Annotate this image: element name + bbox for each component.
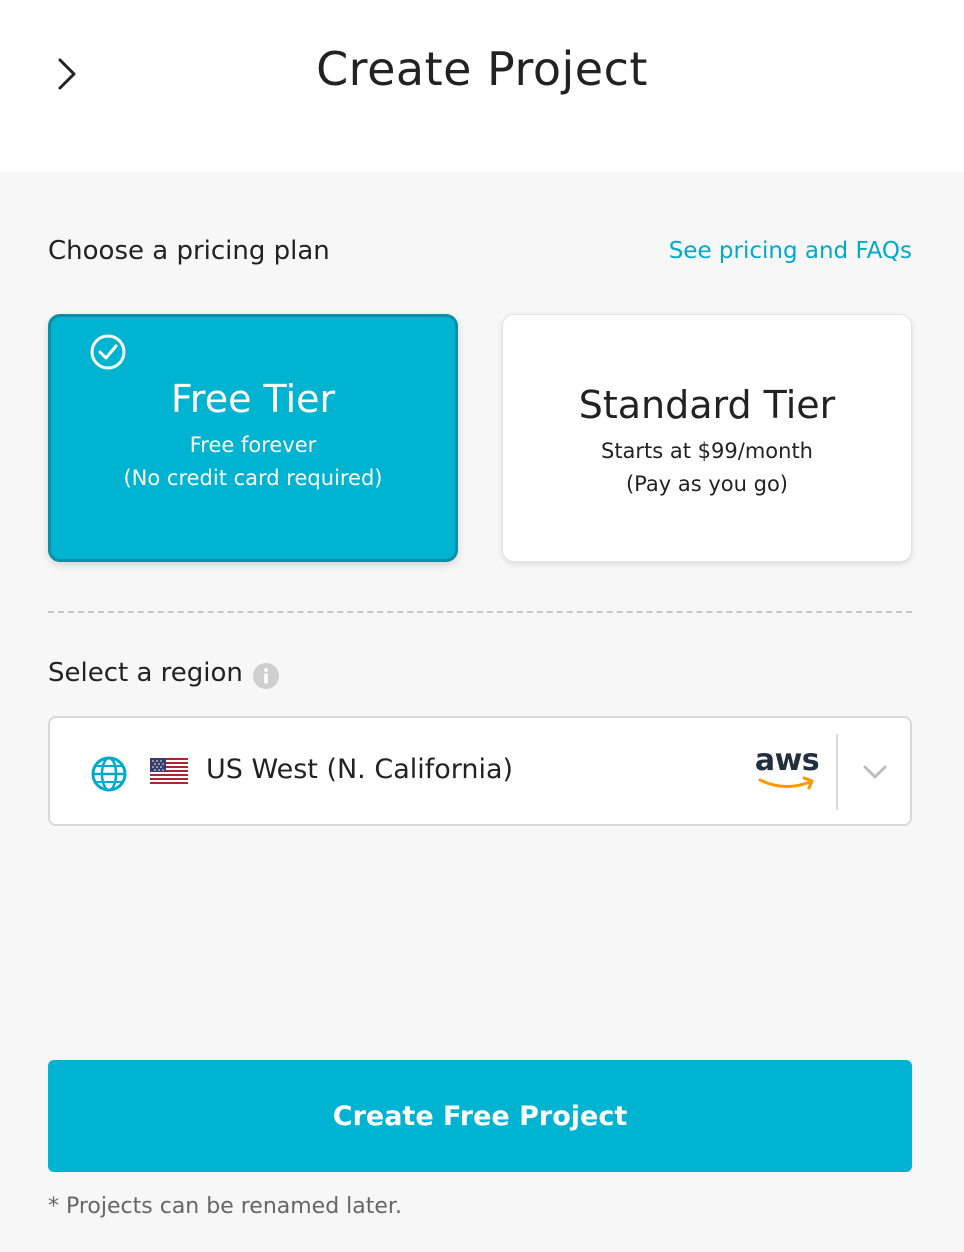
tier-note: (Pay as you go) xyxy=(625,472,788,496)
divider xyxy=(48,611,912,613)
us-flag-icon xyxy=(150,758,188,784)
globe-icon xyxy=(91,756,127,792)
chevron-down-icon[interactable] xyxy=(860,760,890,784)
check-circle-icon xyxy=(90,334,126,370)
page-title: Create Project xyxy=(316,42,648,96)
pricing-plan-label: Choose a pricing plan xyxy=(48,236,330,266)
region-select[interactable]: US West (N. California) aws xyxy=(48,716,912,826)
region-label: Select a region xyxy=(48,658,243,688)
create-project-button[interactable]: Create Free Project xyxy=(48,1060,912,1172)
select-separator xyxy=(836,734,838,810)
info-icon[interactable] xyxy=(252,662,280,690)
tier-name: Free Tier xyxy=(170,377,336,421)
header: Create Project xyxy=(0,0,964,172)
pricing-faq-link[interactable]: See pricing and FAQs xyxy=(669,238,912,264)
aws-logo: aws xyxy=(754,746,820,792)
tier-description: Starts at $99/month xyxy=(600,439,813,463)
free-tier-card[interactable]: Free Tier Free forever (No credit card r… xyxy=(48,314,458,562)
region-value: US West (N. California) xyxy=(206,754,514,785)
aws-smile-icon xyxy=(758,776,814,790)
standard-tier-card[interactable]: Standard Tier Starts at $99/month (Pay a… xyxy=(502,314,912,562)
tier-description: Free forever xyxy=(189,433,317,457)
footnote: * Projects can be renamed later. xyxy=(48,1194,402,1219)
tier-name: Standard Tier xyxy=(578,383,836,427)
tier-note: (No credit card required) xyxy=(123,466,383,490)
